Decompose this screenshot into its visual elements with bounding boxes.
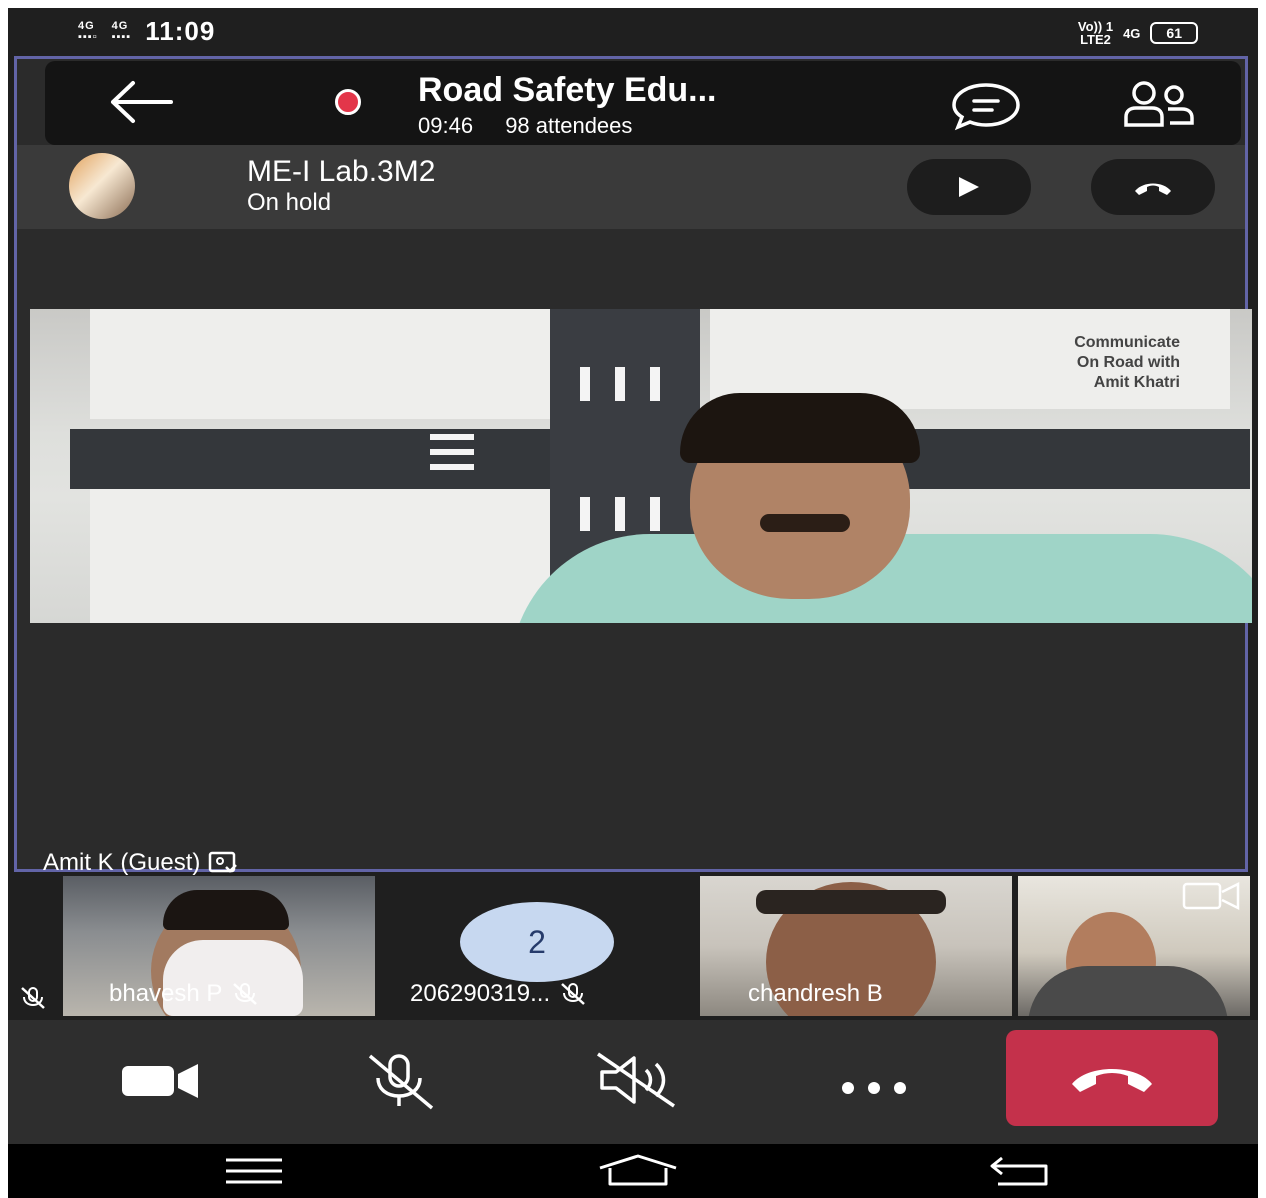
on-hold-status: On hold [247,189,332,216]
participant-label: 206290319... [410,980,588,1008]
play-icon [959,177,979,197]
chat-icon[interactable] [950,81,1022,131]
lane-marking [430,434,474,440]
network-label-1: 4G [78,19,95,32]
signal-icon-1: 4G ▪▪▪▫ [78,19,98,43]
more-options-icon[interactable] [834,1050,914,1110]
on-hold-call-name: ME-I Lab.3M2 [247,155,436,188]
lane-marking [615,497,625,531]
lane-marking [430,449,474,455]
lane-marking [430,464,474,470]
network-label-2: 4G [111,19,129,32]
back-arrow-icon[interactable] [105,77,175,127]
wall-panel [90,489,550,623]
wall-panel [90,309,550,419]
participant-name: 206290319... [410,980,551,1007]
status-left: 4G ▪▪▪▫ 4G ▪▪▪▪ 11:09 [78,16,215,47]
switch-camera-icon[interactable] [1182,880,1242,914]
clock: 11:09 [145,16,216,46]
participant-name: bhavesh P [109,980,223,1007]
participant-tile[interactable]: bhavesh P [63,876,375,1016]
participant-tile[interactable]: chandresh B [700,876,1012,1016]
lane-marking [580,367,590,401]
status-right: Vo)) 1 LTE2 4G 61 [1078,20,1198,46]
mic-muted-icon [561,983,585,1005]
battery-icon: 61 [1150,22,1198,44]
hang-up-button[interactable] [1006,1030,1218,1126]
participant-tile[interactable] [1018,876,1250,1016]
volte-indicator: Vo)) 1 LTE2 [1078,20,1113,46]
lane-marking [650,497,660,531]
meeting-duration: 09:46 [418,113,474,138]
network-label-3: 4G [1123,25,1141,41]
signal-icon-2: 4G ▪▪▪▪ [111,19,132,43]
back-icon[interactable] [988,1154,1054,1188]
meeting-header: Road Safety Edu... 09:46 98 attendees [45,61,1241,145]
mic-muted-icon [21,987,45,1009]
speaker-label: Amit K (Guest) [43,849,238,877]
meeting-title: Road Safety Edu... [418,71,717,109]
meeting-stage: Road Safety Edu... 09:46 98 attendees ME… [14,56,1252,876]
attendee-count: 98 attendees [505,113,633,138]
presenter-icon [209,851,238,873]
android-nav-bar [8,1144,1258,1198]
resume-button[interactable] [907,159,1031,215]
camera-icon[interactable] [118,1050,204,1108]
speaker-hair [680,393,920,463]
poster-text: Communicate On Road with Amit Khatri [1074,334,1180,391]
hang-up-icon [1135,183,1171,195]
speaker-name: Amit K (Guest) [43,849,201,876]
call-controls [8,1020,1258,1144]
recording-indicator-icon [335,89,361,115]
status-bar: 4G ▪▪▪▫ 4G ▪▪▪▪ 11:09 Vo)) 1 LTE2 4G 61 [8,8,1258,56]
participant-name: chandresh B [748,980,883,1007]
participant-label: chandresh B [748,980,883,1008]
lane-marking [650,367,660,401]
lane-marking [615,367,625,401]
participant-shirt [1028,966,1228,1016]
lane-marking [580,497,590,531]
menu-icon[interactable] [224,1156,284,1186]
participant-label: bhavesh P [109,980,260,1008]
avatar [69,153,135,219]
speaker-video: Communicate On Road with Amit Khatri [30,309,1252,623]
participants-icon[interactable] [1120,79,1196,129]
participant-hair [163,890,289,930]
glasses [756,890,946,914]
battery-level: 61 [1166,25,1182,41]
mic-muted-icon[interactable] [356,1050,442,1112]
hang-up-icon [1072,1069,1152,1092]
speaker-mustache [760,514,850,532]
phone-screen: 4G ▪▪▪▫ 4G ▪▪▪▪ 11:09 Vo)) 1 LTE2 4G 61 Ro… [8,8,1258,1198]
participant-strip[interactable]: bhavesh P 2 206290319... chandresh B [8,876,1258,1016]
home-icon[interactable] [596,1154,680,1188]
meeting-subtitle: 09:46 98 attendees [418,113,632,139]
end-held-call-button[interactable] [1091,159,1215,215]
on-hold-call-bar[interactable]: ME-I Lab.3M2 On hold [17,145,1245,229]
avatar: 2 [460,902,614,982]
lte-label: LTE2 [1080,32,1111,47]
speaker-muted-icon[interactable] [594,1050,684,1110]
mic-muted-icon [233,983,258,1005]
